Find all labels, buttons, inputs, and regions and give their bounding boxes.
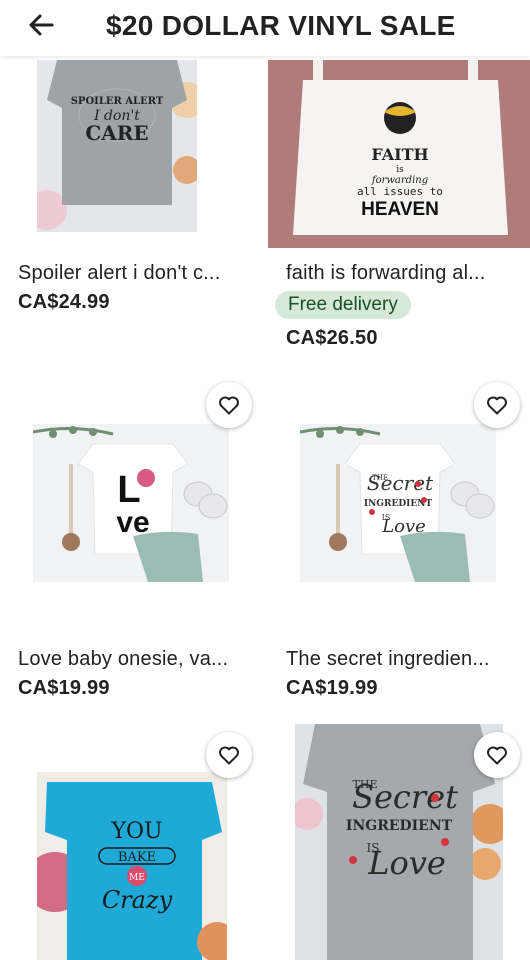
svg-text:HEAVEN: HEAVEN bbox=[361, 199, 439, 220]
svg-text:SPOILER ALERT: SPOILER ALERT bbox=[71, 96, 164, 107]
arrow-left-icon bbox=[29, 14, 54, 36]
product-title[interactable]: Spoiler alert i don't c... bbox=[18, 262, 220, 285]
product-price: CA$26.50 bbox=[286, 327, 378, 349]
product-title[interactable]: faith is forwarding al... bbox=[286, 262, 486, 285]
svg-text:CARE: CARE bbox=[85, 121, 148, 145]
svg-text:Crazy: Crazy bbox=[102, 886, 173, 914]
product-image[interactable]: FAITH is forwarding all issues to HEAVEN bbox=[268, 60, 530, 248]
heart-icon bbox=[219, 396, 239, 415]
svg-text:BAKE: BAKE bbox=[118, 850, 156, 865]
tote-illustration: FAITH is forwarding all issues to HEAVEN bbox=[268, 60, 530, 248]
shirt-illustration: SPOILER ALERT I don't CARE bbox=[37, 60, 197, 232]
favorite-button[interactable] bbox=[474, 732, 520, 778]
app-header: $20 DOLLAR VINYL SALE bbox=[0, 0, 530, 56]
onesie-illustration: THE Secret INGREDIENT IS Love bbox=[300, 424, 496, 582]
svg-text:YOU: YOU bbox=[110, 819, 162, 844]
onesie-illustration: L ve bbox=[33, 424, 229, 582]
svg-text:Love: Love bbox=[367, 844, 446, 882]
svg-text:all issues to: all issues to bbox=[357, 185, 443, 198]
page-title: $20 DOLLAR VINYL SALE bbox=[106, 10, 456, 41]
product-card[interactable]: THE Secret INGREDIENT IS Love The secret… bbox=[265, 380, 530, 710]
heart-icon bbox=[487, 396, 507, 415]
favorite-button[interactable] bbox=[206, 732, 252, 778]
product-card[interactable]: L ve Love baby onesie, va... CA$19.99 bbox=[0, 380, 265, 710]
heart-icon bbox=[487, 746, 507, 765]
shirt-illustration: YOU BAKE ME Crazy bbox=[37, 772, 227, 960]
product-image[interactable]: THE Secret INGREDIENT IS Love bbox=[295, 724, 503, 960]
product-price: CA$19.99 bbox=[286, 677, 378, 699]
svg-text:L: L bbox=[117, 469, 140, 511]
heart-icon bbox=[219, 746, 239, 765]
product-image[interactable]: YOU BAKE ME Crazy bbox=[37, 772, 227, 960]
product-title[interactable]: Love baby onesie, va... bbox=[18, 648, 228, 671]
product-image[interactable]: SPOILER ALERT I don't CARE bbox=[37, 60, 197, 232]
product-card[interactable]: YOU BAKE ME Crazy bbox=[0, 710, 265, 960]
favorite-button[interactable] bbox=[206, 382, 252, 428]
shirt-illustration: THE Secret INGREDIENT IS Love bbox=[295, 724, 503, 960]
product-image[interactable]: L ve bbox=[33, 424, 229, 582]
product-price: CA$24.99 bbox=[18, 291, 110, 313]
free-delivery-badge: Free delivery bbox=[275, 291, 411, 319]
svg-text:is: is bbox=[396, 165, 404, 175]
svg-text:ME: ME bbox=[129, 873, 145, 883]
svg-text:Secret: Secret bbox=[352, 778, 458, 816]
svg-text:Secret: Secret bbox=[367, 471, 434, 495]
svg-text:FAITH: FAITH bbox=[371, 145, 428, 164]
back-button[interactable] bbox=[22, 6, 62, 46]
product-card[interactable]: THE Secret INGREDIENT IS Love bbox=[265, 710, 530, 960]
product-price: CA$19.99 bbox=[18, 677, 110, 699]
product-image[interactable]: THE Secret INGREDIENT IS Love bbox=[300, 424, 496, 582]
favorite-button[interactable] bbox=[474, 382, 520, 428]
svg-text:INGREDIENT: INGREDIENT bbox=[346, 818, 453, 834]
product-title[interactable]: The secret ingredien... bbox=[286, 648, 490, 671]
